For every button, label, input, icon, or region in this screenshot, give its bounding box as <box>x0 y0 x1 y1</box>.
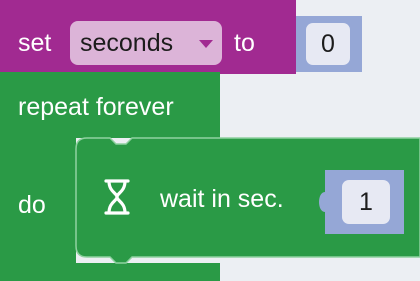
variable-dropdown[interactable]: seconds <box>70 21 222 65</box>
do-label: do <box>18 191 46 219</box>
set-value-field[interactable]: 0 <box>306 23 350 65</box>
chevron-down-icon <box>198 37 214 55</box>
variable-name: seconds <box>80 29 174 57</box>
wait-label: wait in sec. <box>160 185 284 213</box>
set-keyword: set <box>18 29 52 57</box>
wait-value-field[interactable]: 1 <box>342 180 390 224</box>
hourglass-icon <box>104 178 130 221</box>
repeat-forever-label: repeat forever <box>18 93 174 121</box>
to-keyword: to <box>234 29 255 57</box>
